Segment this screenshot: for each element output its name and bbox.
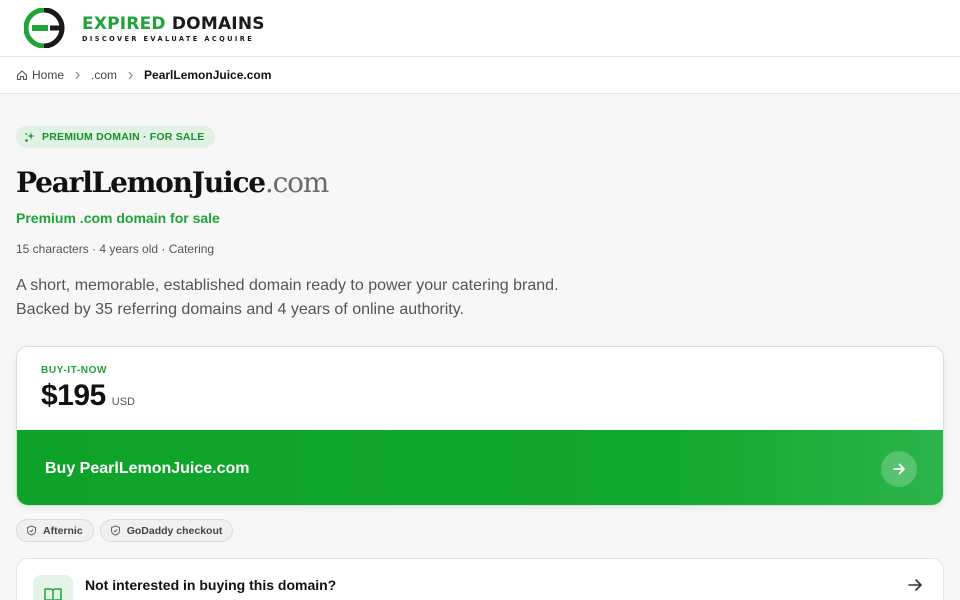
not-interested-text: Not interested in buying this domain?	[85, 577, 337, 593]
breadcrumb-home[interactable]: Home	[16, 68, 64, 82]
shield-icon	[110, 525, 120, 536]
chip-afternic: Afternic	[16, 519, 94, 542]
ed-logo-icon	[24, 8, 65, 48]
chevron-right-icon	[75, 71, 80, 79]
arrow-right-icon	[881, 451, 917, 487]
buy-it-now-label: BUY-IT-NOW	[41, 365, 107, 376]
home-icon	[16, 70, 28, 81]
premium-badge: PREMIUM DOMAIN · FOR SALE	[16, 126, 215, 148]
chevron-right-icon	[128, 71, 133, 79]
price-currency: USD	[111, 396, 135, 408]
buy-button[interactable]: Buy PearlLemonJuice.com	[17, 430, 943, 505]
breadcrumb: Home .com PearlLemonJuice.com	[0, 57, 960, 94]
site-header: EXPIRED DOMAINS DISCOVER EVALUATE ACQUIR…	[0, 0, 960, 57]
domain-description: A short, memorable, established domain r…	[16, 277, 559, 318]
not-interested-card[interactable]: Not interested in buying this domain?	[16, 558, 944, 600]
buy-card: BUY-IT-NOW $195 USD Buy PearlLemonJuice.…	[16, 346, 944, 506]
price: $195 USD	[41, 379, 135, 413]
site-logo[interactable]: EXPIRED DOMAINS DISCOVER EVALUATE ACQUIR…	[24, 8, 265, 48]
domain-subtitle: Premium .com domain for sale	[16, 210, 220, 226]
shield-icon	[27, 525, 36, 536]
chip-godaddy: GoDaddy checkout	[99, 519, 234, 542]
domain-title: PearlLemonJuice.com	[16, 166, 329, 199]
logo-tagline: DISCOVER EVALUATE ACQUIRE	[82, 34, 255, 43]
domain-meta: 15 characters · 4 years old · Catering	[16, 242, 215, 256]
buy-button-label: Buy PearlLemonJuice.com	[45, 459, 250, 477]
sparkle-icon	[25, 132, 35, 142]
breadcrumb-current: PearlLemonJuice.com	[144, 68, 272, 82]
price-amount: $195	[41, 379, 106, 412]
book-icon	[33, 575, 73, 600]
breadcrumb-tld[interactable]: .com	[91, 68, 117, 82]
arrow-right-icon	[908, 579, 922, 591]
trust-chips: Afternic GoDaddy checkout	[16, 519, 239, 542]
logo-name: EXPIRED DOMAINS	[82, 13, 265, 34]
